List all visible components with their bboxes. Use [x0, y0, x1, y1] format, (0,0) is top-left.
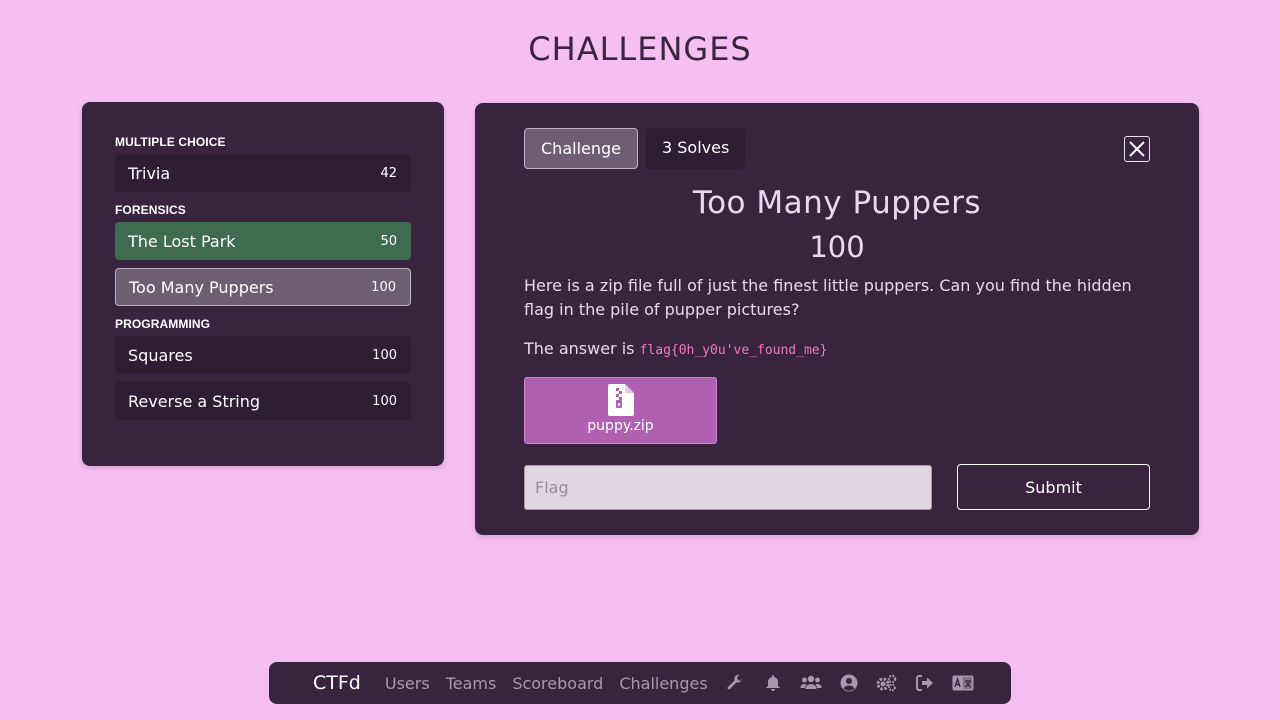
category-title: PROGRAMMING	[115, 317, 211, 331]
challenge-points: 42	[380, 165, 397, 181]
sign-out-icon	[915, 675, 933, 691]
settings-nav-button[interactable]	[876, 672, 898, 694]
users-icon	[800, 675, 822, 689]
challenge-name: Reverse a String	[128, 391, 261, 411]
category-programming: PROGRAMMING Squares 100 Reverse a String…	[115, 314, 411, 420]
file-download-button[interactable]: puppy.zip	[524, 377, 717, 444]
nav-link-users[interactable]: Users	[385, 674, 430, 693]
challenge-points: 100	[372, 347, 397, 363]
brand-logo[interactable]: CTFd	[313, 672, 361, 694]
challenge-modal: Challenge 3 Solves Too Many Puppers 100 …	[475, 103, 1199, 535]
challenge-item-squares[interactable]: Squares 100	[115, 336, 411, 374]
challenge-value: 100	[809, 230, 865, 264]
cogs-icon	[876, 674, 896, 692]
challenge-name: Too Many Puppers	[129, 277, 274, 297]
category-multiple-choice: MULTIPLE CHOICE Trivia 42	[115, 132, 411, 192]
challenge-item-the-lost-park[interactable]: The Lost Park 50	[115, 222, 411, 260]
category-forensics: FORENSICS The Lost Park 50 Too Many Pupp…	[115, 200, 411, 306]
flag-input[interactable]	[524, 465, 932, 510]
challenge-points: 100	[372, 393, 397, 409]
challenge-item-too-many-puppers[interactable]: Too Many Puppers 100	[115, 268, 411, 306]
nav-link-challenges[interactable]: Challenges	[619, 674, 707, 693]
challenge-name: The Lost Park	[128, 231, 236, 251]
notifications-nav-button[interactable]	[762, 672, 784, 694]
close-icon	[1129, 141, 1145, 157]
wrench-icon	[727, 674, 742, 690]
admin-nav-button[interactable]	[724, 672, 746, 694]
challenge-list-panel: MULTIPLE CHOICE Trivia 42 FORENSICS The …	[82, 102, 444, 466]
challenge-item-trivia[interactable]: Trivia 42	[115, 154, 411, 192]
file-zip-icon	[607, 384, 634, 416]
challenge-item-reverse-a-string[interactable]: Reverse a String 100	[115, 382, 411, 420]
close-button[interactable]	[1124, 136, 1150, 162]
challenge-name: Trivia	[128, 163, 171, 183]
tab-solves[interactable]: 3 Solves	[646, 128, 746, 169]
bottom-navbar: CTFd Users Teams Scoreboard Challenges	[269, 662, 1011, 704]
category-title: FORENSICS	[115, 203, 186, 217]
team-nav-button[interactable]	[800, 672, 822, 694]
language-nav-button[interactable]	[952, 672, 974, 694]
bell-icon	[765, 675, 780, 691]
modal-tabs: Challenge 3 Solves	[524, 128, 746, 169]
page-title: CHALLENGES	[528, 30, 752, 68]
submit-button[interactable]: Submit	[957, 464, 1150, 510]
category-title: MULTIPLE CHOICE	[115, 135, 226, 149]
tab-challenge[interactable]: Challenge	[524, 128, 638, 169]
language-icon	[952, 675, 974, 691]
file-name: puppy.zip	[587, 418, 654, 434]
nav-link-teams[interactable]: Teams	[446, 674, 497, 693]
answer-prefix: The answer is	[524, 339, 635, 358]
challenge-name: Squares	[128, 345, 193, 365]
challenge-points: 50	[380, 233, 397, 249]
answer-text: The answer is flag{0h_y0u've_found_me}	[524, 339, 827, 358]
answer-code: flag{0h_y0u've_found_me}	[639, 343, 828, 358]
logout-nav-button[interactable]	[914, 672, 936, 694]
challenge-description: Here is a zip file full of just the fine…	[524, 276, 1132, 319]
nav-link-scoreboard[interactable]: Scoreboard	[512, 674, 603, 693]
challenge-title: Too Many Puppers	[692, 185, 982, 221]
user-circle-icon	[840, 674, 858, 692]
profile-nav-button[interactable]	[838, 672, 860, 694]
challenge-points: 100	[371, 279, 396, 295]
